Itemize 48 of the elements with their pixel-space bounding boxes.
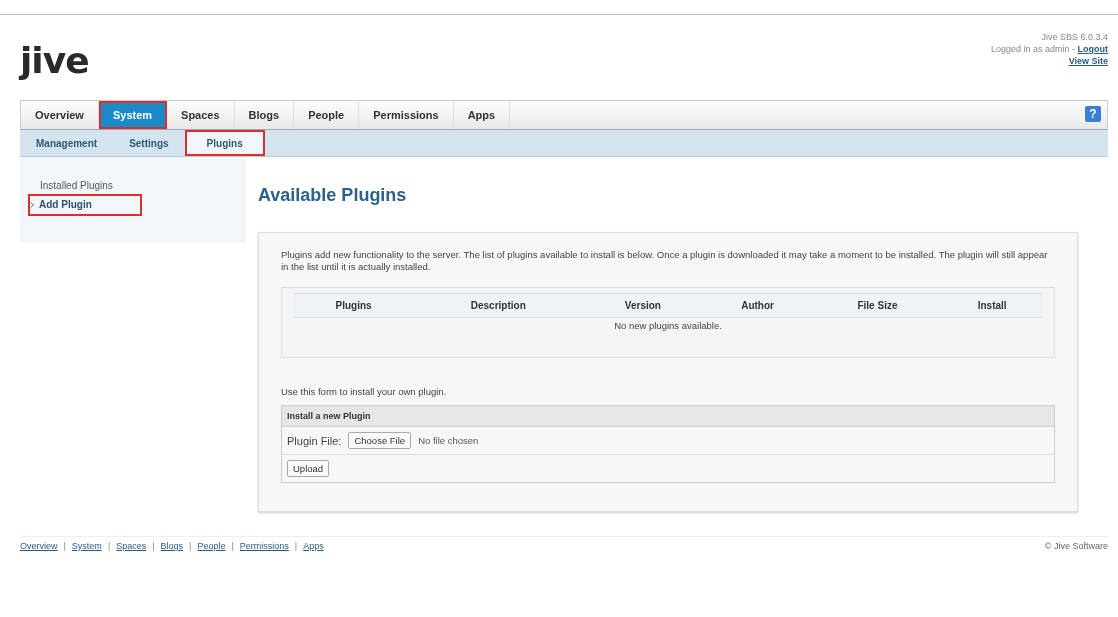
separator-text: | (107, 541, 111, 551)
nav-tab[interactable]: Apps (453, 101, 511, 129)
logout-link[interactable]: Logout (1077, 44, 1108, 54)
separator-text: | (231, 541, 234, 551)
footer-link[interactable]: Overview (20, 541, 58, 551)
footer-link[interactable]: Permissions (239, 541, 289, 551)
version-text: Jive SBS 6.0.3.4 (1040, 31, 1108, 43)
form-header: Install a new Plugin (282, 406, 1054, 427)
footer-link[interactable]: System (71, 541, 102, 551)
form-intro-text: Use this form to install your own plugin. (281, 386, 448, 397)
nav-tab[interactable]: Permissions (359, 101, 454, 129)
column-header: Install (942, 293, 1042, 318)
help-button[interactable]: ? (1085, 106, 1101, 122)
choose-file-button[interactable]: Choose File (348, 432, 412, 449)
column-header: Author (702, 293, 813, 318)
footer-link[interactable]: Blogs (160, 541, 184, 551)
nav-tab[interactable]: Blogs (234, 101, 295, 129)
empty-message: No new plugins available. (294, 317, 1042, 333)
nav-tab[interactable]: People (294, 101, 360, 129)
copyright-text: © Jive Software (1044, 541, 1108, 551)
nav-tab[interactable]: System (98, 101, 168, 129)
separator-text: | (63, 541, 66, 551)
file-status: No file chosen (418, 435, 479, 446)
sub-tab[interactable]: Plugins (184, 130, 265, 156)
sub-tab[interactable]: Management (20, 130, 114, 156)
sidebar-item[interactable]: Add Plugin (28, 194, 142, 216)
column-header: File Size (812, 293, 943, 318)
column-header: Version (583, 293, 703, 318)
footer-link[interactable]: People (197, 541, 226, 551)
login-status: Logged in as admin - (990, 44, 1076, 54)
view-site-link[interactable]: View Site (1068, 56, 1108, 66)
jive-logo: jive (20, 41, 89, 83)
upload-button[interactable]: Upload (287, 460, 330, 477)
footer-link[interactable]: Apps (303, 541, 324, 551)
chevron-icon (30, 201, 34, 208)
nav-tab[interactable]: Overview (21, 101, 99, 129)
footer-link[interactable]: Spaces (116, 541, 147, 551)
column-header: Plugins (294, 293, 414, 318)
separator-text: | (189, 541, 192, 551)
separator-text: | (294, 541, 298, 551)
intro-text: Plugins add new functionality to the server. The list of plugins available to install is below. Once a plugin is downloaded it may take a moment to be installed. The plugin will still appear in the list until it is actually installed. (281, 249, 1049, 273)
column-header: Description (413, 293, 584, 318)
nav-tab[interactable]: Spaces (167, 101, 235, 129)
field-label: Plugin File: (287, 434, 342, 447)
sub-tab[interactable]: Settings (113, 130, 185, 156)
page-title: Available Plugins (258, 185, 408, 206)
sidebar-item[interactable]: Installed Plugins (20, 177, 142, 194)
separator-text: | (152, 541, 155, 551)
